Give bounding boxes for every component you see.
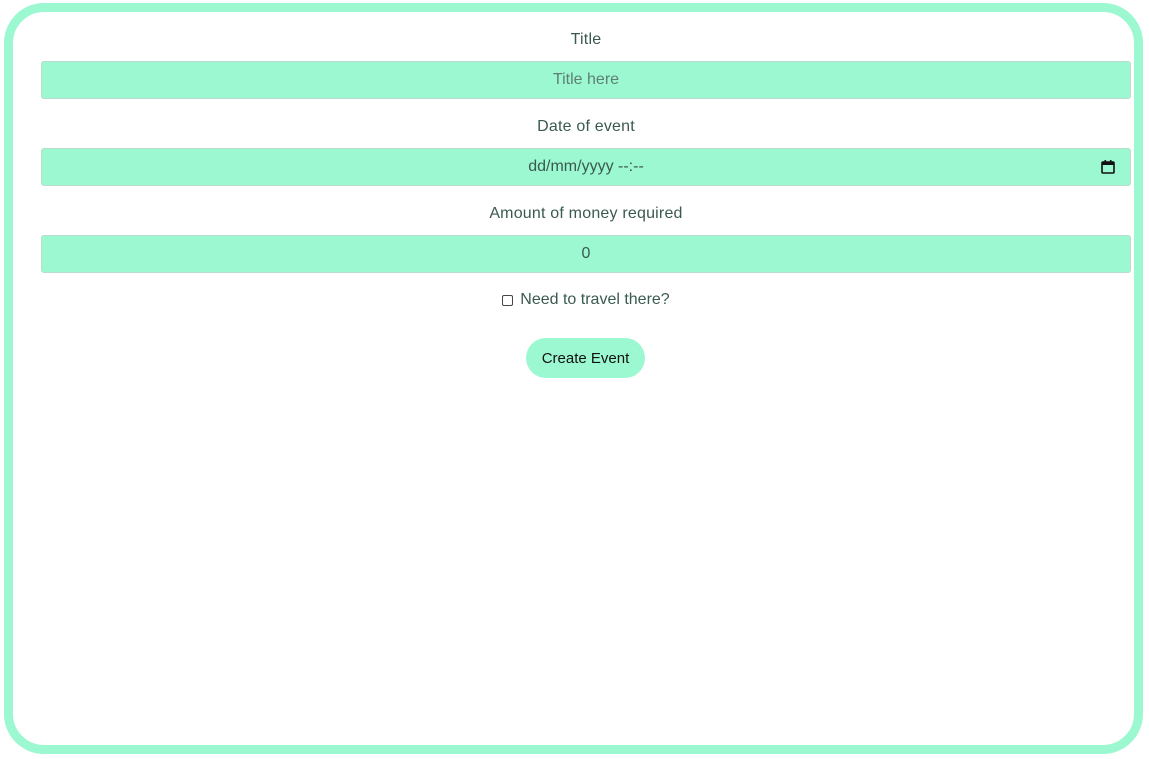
form-container: Title Date of event dd/mm/yyyy --:-- Amo… xyxy=(4,3,1143,754)
title-label: Title xyxy=(570,31,602,48)
travel-row: Need to travel there? xyxy=(41,291,1131,309)
create-event-button[interactable]: Create Event xyxy=(526,338,645,378)
calendar-icon[interactable] xyxy=(1101,160,1115,174)
money-input[interactable] xyxy=(42,236,1130,272)
travel-label: Need to travel there? xyxy=(520,291,670,308)
date-field[interactable]: dd/mm/yyyy --:-- xyxy=(41,148,1131,186)
travel-checkbox[interactable] xyxy=(502,294,514,306)
money-label: Amount of money required xyxy=(489,205,683,222)
title-field[interactable] xyxy=(41,61,1131,99)
date-input-value[interactable]: dd/mm/yyyy --:-- xyxy=(528,158,644,176)
title-input[interactable] xyxy=(42,62,1130,98)
money-field[interactable] xyxy=(41,235,1131,273)
date-label: Date of event xyxy=(537,118,635,135)
